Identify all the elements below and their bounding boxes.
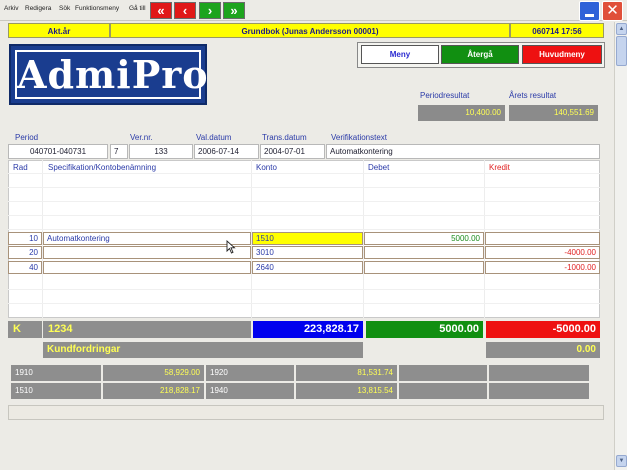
right-arrow-icon[interactable]: ›	[199, 2, 221, 19]
grid-rule	[8, 201, 600, 202]
grid-rule	[8, 187, 600, 188]
table-row-spec[interactable]	[43, 261, 251, 274]
valdatum-label: Val.datum	[196, 133, 232, 142]
grid-rule	[8, 289, 600, 290]
logo-text: AdmiPro	[15, 50, 209, 99]
minimize-icon[interactable]	[579, 1, 600, 21]
arets-resultat-label: Årets resultat	[509, 91, 557, 100]
period-label: Period	[15, 133, 39, 142]
left-arrow-icon[interactable]: ‹	[174, 2, 196, 19]
arets-resultat-value: 140,551.69	[509, 105, 598, 121]
transdatum-label: Trans.datum	[262, 133, 307, 142]
vertext-label: Verifikationstext	[331, 133, 388, 142]
table-row-konto[interactable]: 2640	[252, 261, 363, 274]
column-header-specifikation: Specifikation/Kontobenämning	[48, 163, 157, 172]
scroll-up-icon[interactable]: ▲	[616, 23, 627, 35]
meny-button[interactable]: Meny	[361, 45, 439, 64]
table-row-spec[interactable]	[43, 246, 251, 259]
series-field[interactable]: 7	[110, 144, 128, 159]
periodresultat-value: 10,400.00	[418, 105, 505, 121]
total-kredit: -5000.00	[486, 321, 600, 338]
table-row-kredit[interactable]: -1000.00	[485, 261, 600, 274]
double-right-arrow-icon[interactable]: »	[223, 2, 245, 19]
menu-redigera[interactable]: Redigera	[25, 5, 51, 12]
transdatum-field[interactable]: 2004-07-01	[260, 144, 325, 159]
close-icon[interactable]: ✕	[602, 1, 623, 21]
periodresultat-label: Periodresultat	[420, 91, 470, 100]
scroll-down-icon[interactable]: ▼	[616, 455, 627, 467]
total-debet: 5000.00	[366, 321, 483, 338]
account-slot-empty	[399, 365, 487, 381]
account-value: 58,929.00	[103, 365, 204, 381]
account-num: 1920	[206, 365, 294, 381]
account-num: 1510	[11, 383, 101, 399]
scroll-thumb[interactable]	[616, 36, 627, 66]
account-num: 1910	[11, 365, 101, 381]
account-balance: 223,828.17	[253, 321, 363, 338]
table-row-spec[interactable]: Automatkontering	[43, 232, 251, 245]
account-slot-empty	[489, 383, 589, 399]
vertical-scrollbar[interactable]: ▲ ▼	[614, 22, 627, 470]
menu-ga-till[interactable]: Gå till	[129, 5, 146, 12]
column-header-kredit: Kredit	[489, 163, 510, 172]
header-akt-ar: Akt.år	[8, 23, 110, 38]
grid-rule	[8, 229, 600, 230]
account-slot-empty	[399, 383, 487, 399]
column-header-konto: Konto	[256, 163, 277, 172]
table-row-debet[interactable]	[364, 246, 484, 259]
atergå-button[interactable]: Återgå	[441, 45, 519, 64]
account-value: 218,828.17	[103, 383, 204, 399]
vernr-field[interactable]: 133	[129, 144, 193, 159]
status-bar	[8, 405, 604, 420]
table-row-debet[interactable]: 5000.00	[364, 232, 484, 245]
table-row-kredit[interactable]	[485, 232, 600, 245]
valdatum-field[interactable]: 2006-07-14	[194, 144, 259, 159]
account-name: Kundfordringar	[43, 342, 363, 358]
double-left-arrow-icon[interactable]: «	[150, 2, 172, 19]
account-value: 81,531.74	[296, 365, 397, 381]
period-field[interactable]: 040701-040731	[8, 144, 108, 159]
table-row-konto[interactable]: 3010	[252, 246, 363, 259]
difference-value: 0.00	[486, 342, 600, 358]
account-slot-empty	[489, 365, 589, 381]
table-row-kredit[interactable]: -4000.00	[485, 246, 600, 259]
account-num: 1940	[206, 383, 294, 399]
table-row-konto[interactable]: 1510	[252, 232, 363, 245]
huvudmeny-button[interactable]: Huvudmeny	[522, 45, 602, 64]
vertext-field[interactable]: Automatkontering	[326, 144, 600, 159]
table-row-rad[interactable]: 10	[8, 232, 42, 245]
column-header-rad: Rad	[13, 163, 28, 172]
mouse-cursor-icon	[226, 240, 236, 254]
header-title: Grundbok (Junas Andersson 00001)	[110, 23, 510, 38]
admipro-logo: AdmiPro	[9, 44, 209, 105]
grid-rule	[8, 215, 600, 216]
vernr-label: Ver.nr.	[130, 133, 153, 142]
menu-sok[interactable]: Sök	[59, 5, 70, 12]
table-row-debet[interactable]	[364, 261, 484, 274]
grid-rule	[8, 303, 600, 304]
column-header-debet: Debet	[368, 163, 390, 172]
account-number-field[interactable]: 1234	[43, 321, 251, 338]
menu-funktionsmeny[interactable]: Funktionsmeny	[75, 5, 119, 12]
k-indicator: K	[8, 321, 42, 338]
header-timestamp: 060714 17:56	[510, 23, 604, 38]
menu-arkiv[interactable]: Arkiv	[4, 5, 18, 12]
table-row-rad[interactable]: 40	[8, 261, 42, 274]
account-value: 13,815.54	[296, 383, 397, 399]
grid-rule	[8, 173, 600, 174]
table-row-rad[interactable]: 20	[8, 246, 42, 259]
